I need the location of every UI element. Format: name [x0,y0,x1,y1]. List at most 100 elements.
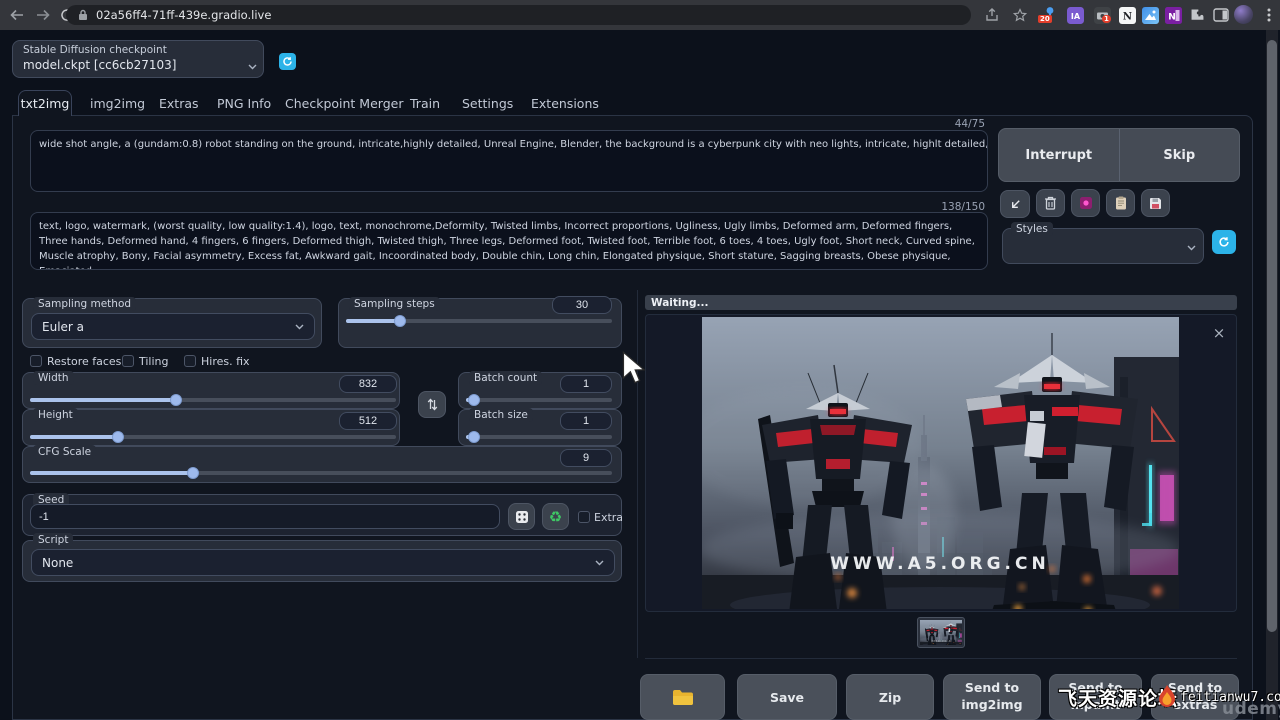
sampling-method-label: Sampling method [33,297,136,311]
chevron-down-icon [595,560,604,566]
save-button[interactable]: Save [737,674,837,720]
script-label: Script [33,533,73,547]
gallery-thumbnail[interactable] [917,617,965,648]
extension-ia-icon[interactable]: IA [1066,6,1084,24]
send-to-img2img-button[interactable]: Send to img2img [943,674,1041,720]
browser-menu-icon[interactable] [1260,6,1278,24]
cfg-scale-input[interactable] [560,449,612,467]
share-icon[interactable] [983,6,1001,24]
seed-input[interactable] [30,504,500,529]
batch-size-input[interactable] [560,412,612,430]
sampling-method-select[interactable]: Euler a [31,313,315,340]
restore-faces-checkbox[interactable] [30,355,42,367]
extension-screenshot-icon[interactable]: 1 [1093,6,1111,24]
paste-params-button[interactable] [1000,190,1030,218]
profile-avatar[interactable] [1234,5,1253,24]
url-text: 02a56ff4-71ff-439e.gradio.live [96,8,271,22]
batch-count-slider[interactable] [466,398,612,402]
height-slider[interactable] [30,435,396,439]
tab-extensions[interactable]: Extensions [531,96,599,111]
hires-fix-checkbox[interactable] [184,355,196,367]
reuse-seed-button[interactable]: ♻ [542,503,569,530]
skip-button[interactable]: Skip [1120,129,1240,181]
sampling-steps-input[interactable] [552,296,612,314]
open-folder-button[interactable] [640,674,725,720]
apply-style-button[interactable] [1106,189,1135,217]
width-input[interactable] [339,375,397,393]
svg-text:IA: IA [1070,12,1080,21]
script-select[interactable]: None [31,549,615,576]
browser-toolbar: 02a56ff4-71ff-439e.gradio.live 20 IA 1 N… [0,0,1280,30]
extra-networks-button[interactable] [1071,189,1100,217]
extension-onenote-icon[interactable]: N [1164,6,1182,24]
checkpoint-value: model.ckpt [cc6cb27103] [23,58,176,72]
height-label: Height [33,408,78,422]
address-bar[interactable]: 02a56ff4-71ff-439e.gradio.live [66,5,971,25]
scrollbar-thumb[interactable] [1267,40,1277,632]
forward-icon[interactable] [34,6,52,24]
slider-handle[interactable] [187,467,199,479]
slider-handle[interactable] [468,394,480,406]
scrollbar-track[interactable] [1266,30,1278,720]
tab-png-info[interactable]: PNG Info [217,96,271,111]
width-slider[interactable] [30,398,396,402]
zip-button[interactable]: Zip [846,674,934,720]
cfg-scale-block: CFG Scale [22,446,622,483]
width-label: Width [33,371,74,385]
slider-handle[interactable] [394,315,406,327]
interrupt-button[interactable]: Interrupt [999,129,1120,181]
batch-size-slider[interactable] [466,435,612,439]
checkpoint-refresh-button[interactable] [279,53,296,70]
cfg-scale-label: CFG Scale [33,445,96,459]
sampling-method-block: Sampling method Euler a [22,298,322,348]
chevron-down-icon [248,64,257,70]
random-seed-button[interactable] [508,503,535,530]
progress-text: Waiting... [651,297,708,309]
prompt-token-counter: 44/75 [880,118,985,130]
progress-bar: Waiting... [645,295,1237,310]
refresh-icon [282,56,293,67]
seed-extra-checkbox[interactable] [578,511,590,523]
slider-handle[interactable] [112,431,124,443]
tab-settings[interactable]: Settings [462,96,513,111]
height-input[interactable] [339,412,397,430]
negative-prompt-input[interactable]: text, logo, watermark, (worst quality, l… [30,212,988,270]
save-style-button[interactable] [1141,189,1170,217]
refresh-icon [1218,236,1230,248]
tab-extras[interactable]: Extras [159,96,199,111]
sampling-steps-slider[interactable] [346,319,612,323]
extension-downloads-icon[interactable]: 20 [1040,6,1058,24]
swap-dimensions-button[interactable] [418,391,446,418]
extension-gallery-icon[interactable] [1141,6,1159,24]
tiling-checkbox[interactable] [122,355,134,367]
tab-train[interactable]: Train [410,96,440,111]
styles-refresh-button[interactable] [1212,230,1236,254]
extensions-puzzle-icon[interactable] [1188,6,1206,24]
clipboard-icon [1115,196,1127,210]
styles-dropdown[interactable]: Styles [1002,228,1204,264]
back-icon[interactable] [8,6,26,24]
slider-handle[interactable] [468,431,480,443]
tab-checkpoint-merger[interactable]: Checkpoint Merger [285,96,403,111]
prompt-input[interactable]: wide shot angle, a (gundam:0.8) robot st… [30,130,988,192]
clear-prompt-button[interactable] [1036,189,1065,217]
generated-image[interactable]: WWW.A5.ORG.CN [702,317,1179,609]
checkpoint-dropdown[interactable]: Stable Diffusion checkpoint model.ckpt [… [12,40,264,78]
tab-txt2img[interactable]: txt2img [18,90,72,116]
batch-count-input[interactable] [560,375,612,393]
sampling-steps-label: Sampling steps [349,297,440,311]
mouse-cursor [622,351,648,387]
trash-icon [1044,196,1057,210]
slider-handle[interactable] [170,394,182,406]
folder-icon [672,689,694,706]
tiling-label: Tiling [139,355,169,368]
cfg-scale-slider[interactable] [30,471,612,475]
chevron-down-icon [1187,245,1196,251]
tab-img2img[interactable]: img2img [90,96,145,111]
extension-notion-icon[interactable]: N [1118,6,1136,24]
watermark-udemy: udemy [1222,699,1280,719]
arrow-down-left-icon [1009,198,1022,211]
sidepanel-icon[interactable] [1212,6,1230,24]
close-image-button[interactable]: × [1211,325,1227,341]
bookmark-star-icon[interactable] [1011,6,1029,24]
